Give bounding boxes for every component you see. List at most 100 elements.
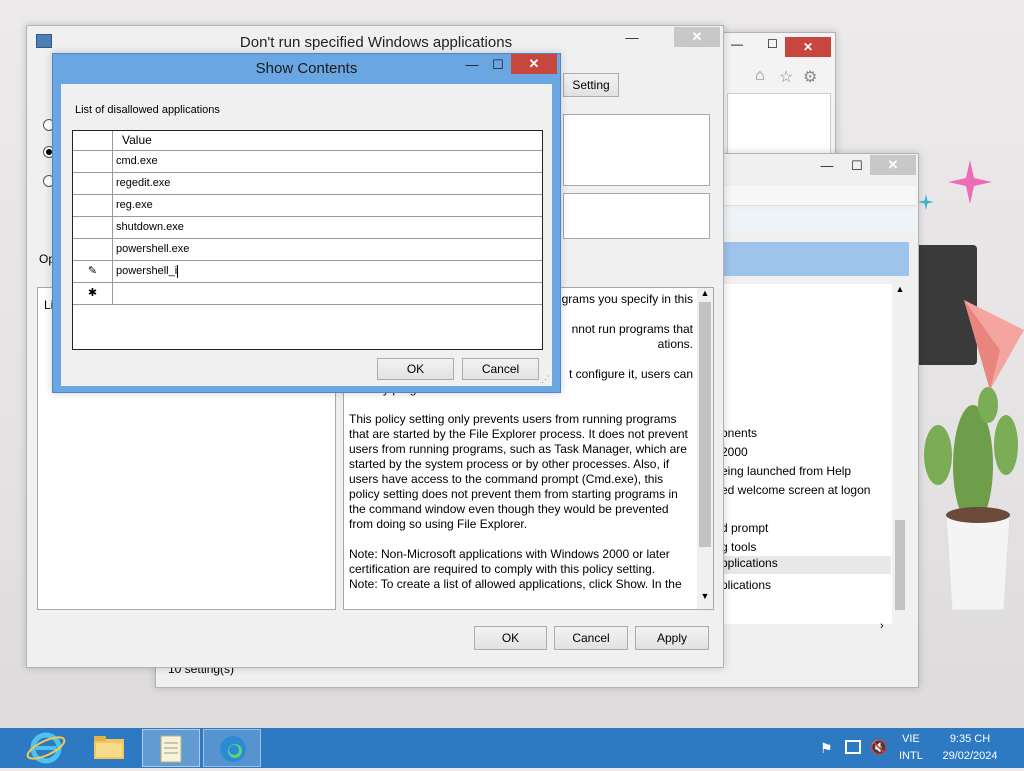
show-contents-minimize-button[interactable]: —: [459, 55, 485, 75]
help-text-line: [349, 532, 693, 547]
language-bottom[interactable]: INTL: [899, 750, 923, 762]
help-scroll-thumb[interactable]: [699, 302, 711, 547]
star-icon[interactable]: ☆: [779, 67, 793, 87]
grid-cell-edit-text[interactable]: powershell_i: [116, 265, 177, 277]
help-text-line: policy setting does not prevent them fro…: [349, 487, 678, 501]
internet-explorer-icon[interactable]: [18, 729, 76, 767]
editor-list-scrollbar[interactable]: ▲: [892, 284, 908, 624]
editor-minimize-button[interactable]: —: [814, 156, 840, 176]
row-header[interactable]: [73, 151, 113, 172]
sparkle-small-icon: [918, 194, 934, 210]
edge-browser-icon[interactable]: [203, 729, 261, 767]
help-scrollbar[interactable]: ▲ ▼: [697, 288, 713, 609]
grid-cell-value[interactable]: reg.exe: [114, 195, 542, 216]
row-header[interactable]: [73, 195, 113, 216]
editor-maximize-button[interactable]: ☐: [844, 156, 870, 176]
editor-item-1[interactable]: 2000: [721, 445, 748, 459]
disallowed-list-label: List of disallowed applications: [75, 104, 220, 116]
editor-item-3[interactable]: ed welcome screen at logon: [721, 483, 870, 497]
show-contents-maximize-button[interactable]: ☐: [485, 55, 511, 75]
grid-new-cell[interactable]: [114, 283, 542, 304]
paper-plane-icon: [960, 300, 1024, 390]
row-header-corner: [73, 131, 113, 150]
gear-icon[interactable]: ⚙: [803, 67, 817, 87]
notepad-icon[interactable]: [142, 729, 200, 767]
action-center-flag-icon[interactable]: ⚑: [820, 740, 833, 757]
volume-muted-icon[interactable]: 🔇: [870, 739, 887, 756]
taskbar: ⚑ 🔇 VIE INTL 9:35 CH 29/02/2024: [0, 728, 1024, 768]
file-explorer-icon[interactable]: [80, 729, 138, 767]
grid-row[interactable]: regedit.exe: [73, 173, 542, 195]
editor-item-0[interactable]: onents: [721, 426, 757, 440]
help-scroll-up-icon[interactable]: ▲: [697, 288, 713, 298]
grid-row[interactable]: shutdown.exe: [73, 217, 542, 239]
help-scroll-down-icon[interactable]: ▼: [697, 591, 713, 601]
grid-cell-value[interactable]: powershell.exe: [114, 239, 542, 260]
resize-grip-icon[interactable]: ⋰: [541, 374, 550, 385]
text-cursor: [177, 264, 179, 278]
comment-box[interactable]: [563, 114, 710, 186]
editor-selected-band: [716, 242, 909, 276]
grid-row-editing[interactable]: ✎ powershell_i: [73, 261, 542, 283]
editor-scroll-thumb[interactable]: [895, 520, 905, 610]
grid-row[interactable]: powershell.exe: [73, 239, 542, 261]
editor-scroll-up-icon[interactable]: ▲: [892, 284, 908, 294]
asterisk-icon: ✱: [73, 283, 113, 304]
editor-item-2[interactable]: eing launched from Help: [721, 464, 851, 478]
row-header[interactable]: [73, 217, 113, 238]
clock-date[interactable]: 29/02/2024: [938, 750, 1002, 762]
grid-new-row[interactable]: ✱: [73, 283, 542, 305]
cactus-pot-icon: [918, 385, 1024, 615]
grid-cell-editing-input[interactable]: powershell_i: [114, 261, 542, 282]
column-header-value[interactable]: Value: [114, 131, 542, 150]
bg-minimize-button[interactable]: —: [731, 37, 743, 51]
grid-cell-value[interactable]: shutdown.exe: [114, 217, 542, 238]
editor-scroll-right-icon[interactable]: ›: [880, 620, 884, 632]
editor-toolbar: [716, 186, 916, 206]
grid-header-row: Value: [73, 131, 542, 151]
show-contents-body: List of disallowed applications Value cm…: [61, 84, 552, 386]
editor-header-bar: [716, 210, 916, 232]
dialog-cancel-button[interactable]: Cancel: [554, 626, 628, 650]
show-contents-dialog: Show Contents — ☐ ✕ List of disallowed a…: [52, 53, 561, 393]
row-header[interactable]: [73, 173, 113, 194]
sparkle-large-icon: [948, 160, 992, 204]
network-icon[interactable]: [845, 740, 861, 754]
show-contents-cancel-button[interactable]: Cancel: [462, 358, 539, 380]
editor-close-button[interactable]: ✕: [870, 155, 916, 175]
home-icon[interactable]: ⌂: [755, 67, 765, 85]
grid-row[interactable]: reg.exe: [73, 195, 542, 217]
next-setting-button[interactable]: Setting: [563, 73, 619, 97]
help-text-line: Note: Non-Microsoft applications with Wi…: [349, 547, 670, 561]
dialog-minimize-button[interactable]: —: [619, 28, 645, 48]
editor-item-7[interactable]: pplications: [721, 556, 891, 574]
grid-row[interactable]: cmd.exe: [73, 151, 542, 173]
help-text-line: that are started by the File Explorer pr…: [349, 427, 688, 441]
help-text-line: the command window even though they woul…: [349, 502, 669, 516]
bg-browser-content: [727, 93, 831, 161]
editor-item-5[interactable]: d prompt: [721, 521, 768, 535]
help-text-line: started by the system process or by othe…: [349, 457, 670, 471]
dialog-close-button[interactable]: ✕: [674, 27, 720, 47]
supported-on-box: [563, 193, 710, 239]
show-contents-close-button[interactable]: ✕: [511, 54, 557, 74]
help-text-line: from doing so using File Explorer.: [349, 517, 528, 531]
clock-time[interactable]: 9:35 CH: [944, 733, 996, 745]
grid-cell-value[interactable]: regedit.exe: [114, 173, 542, 194]
help-text-line: Note: To create a list of allowed applic…: [349, 577, 682, 591]
help-text-line: certification are required to comply wit…: [349, 562, 656, 576]
bg-close-button[interactable]: ✕: [785, 37, 831, 57]
help-text-line: This policy setting only prevents users …: [349, 412, 677, 426]
dialog-apply-button[interactable]: Apply: [635, 626, 709, 650]
grid-cell-value[interactable]: cmd.exe: [114, 151, 542, 172]
bg-maximize-button[interactable]: ☐: [767, 37, 778, 51]
editor-item-8[interactable]: plications: [721, 578, 771, 592]
dialog-ok-button[interactable]: OK: [474, 626, 547, 650]
row-header[interactable]: [73, 239, 113, 260]
help-text-line: users have access to the command prompt …: [349, 472, 664, 486]
help-text-line: [349, 397, 693, 412]
language-top[interactable]: VIE: [902, 733, 920, 745]
editor-item-6[interactable]: g tools: [721, 540, 756, 554]
help-text-line: users from running programs, such as Tas…: [349, 442, 687, 456]
show-contents-ok-button[interactable]: OK: [377, 358, 454, 380]
